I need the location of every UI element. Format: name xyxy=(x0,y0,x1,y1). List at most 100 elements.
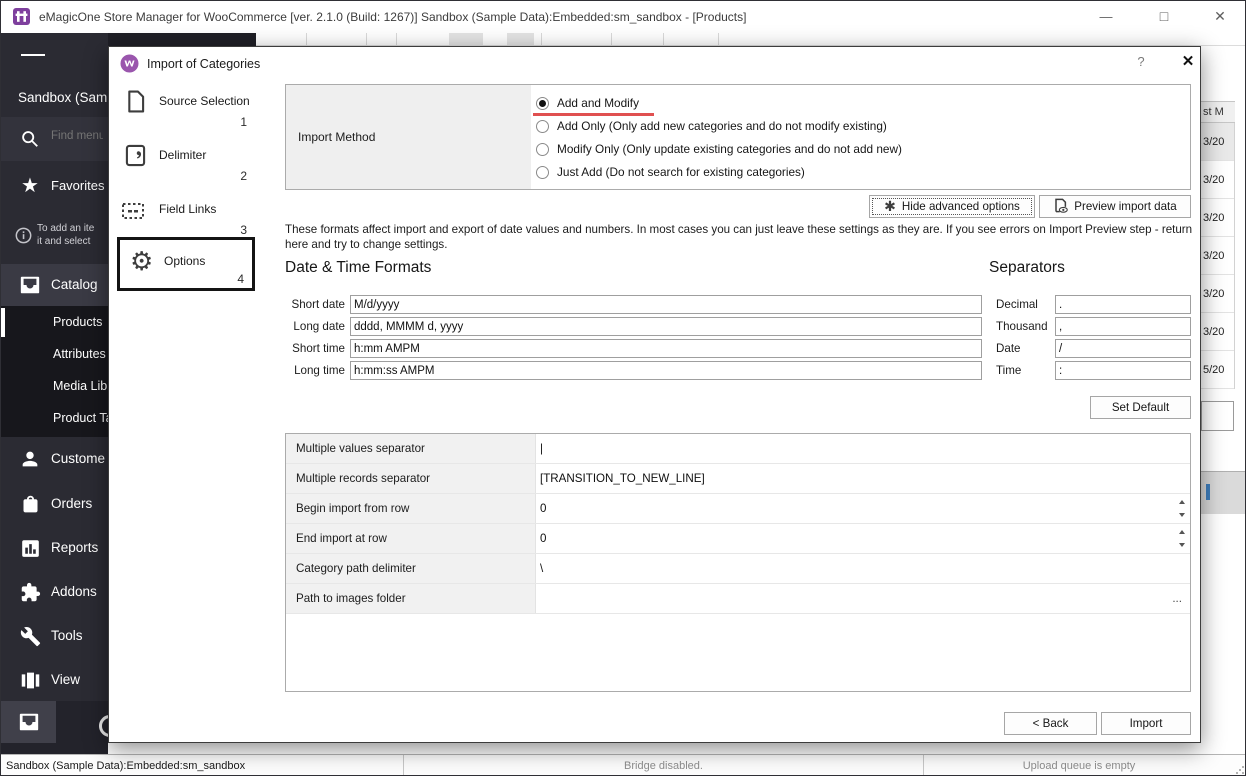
radio-add-and-modify[interactable]: Add and Modify xyxy=(536,92,639,114)
hamburger-menu-icon[interactable] xyxy=(21,43,45,67)
sidebar-item-products[interactable]: Products xyxy=(53,315,102,329)
sidebar-item-catalog[interactable]: Catalog xyxy=(1,264,108,306)
preview-icon xyxy=(1053,198,1068,216)
sidebar-item-orders[interactable]: Orders xyxy=(1,483,108,527)
radio-just-add[interactable]: Just Add (Do not search for existing cat… xyxy=(536,161,805,183)
sidebar-item-favorites[interactable]: ★ Favorites xyxy=(1,161,108,211)
long-date-label: Long date xyxy=(285,320,345,333)
step-field-links[interactable]: Field Links 3 xyxy=(119,195,257,243)
shopping-bag-icon xyxy=(18,492,42,516)
spinner-up-icon[interactable] xyxy=(1179,530,1185,534)
sidebar-favorites-hint: To add an ite it and select xyxy=(1,211,108,261)
search-input[interactable] xyxy=(49,129,105,143)
sidebar-item-attributes[interactable]: Attributes xyxy=(53,347,106,361)
radio-icon xyxy=(536,143,549,156)
grid-row[interactable]: 3/20 xyxy=(1201,313,1234,351)
import-button[interactable]: Import xyxy=(1101,712,1191,735)
window-title: eMagicOne Store Manager for WooCommerce … xyxy=(39,10,746,24)
resize-grip[interactable] xyxy=(1235,765,1245,775)
maximize-button[interactable]: □ xyxy=(1141,1,1187,32)
sidebar-item-reports[interactable]: Reports xyxy=(1,527,108,571)
short-date-input[interactable] xyxy=(350,295,982,314)
field-links-icon xyxy=(121,199,145,223)
sidebar-item-product-tags[interactable]: Product Ta xyxy=(53,411,108,425)
status-upload-queue: Upload queue is empty xyxy=(924,755,1234,776)
table-row: Category path delimiter \ xyxy=(286,554,1190,584)
begin-import-row-value[interactable]: 0 xyxy=(540,494,546,524)
decimal-separator-label: Decimal xyxy=(996,298,1038,311)
table-row: Multiple values separator | xyxy=(286,434,1190,464)
set-default-button[interactable]: Set Default xyxy=(1090,396,1191,419)
time-separator-label: Time xyxy=(996,364,1021,377)
import-options-table: Multiple values separator | Multiple rec… xyxy=(285,433,1191,692)
browse-button[interactable]: ... xyxy=(1172,584,1182,614)
close-button[interactable]: ✕ xyxy=(1197,1,1243,32)
spinner-up-icon[interactable] xyxy=(1179,500,1185,504)
background-products-grid: st M 3/20 3/20 3/20 3/20 3/20 3/20 5/20 xyxy=(1201,46,1246,754)
catalog-icon xyxy=(18,273,42,297)
short-time-input[interactable] xyxy=(350,339,982,358)
grid-row[interactable]: 3/20 xyxy=(1201,123,1234,161)
search-icon xyxy=(18,127,42,151)
sidebar: Sandbox (Sam ★ Favorites To add an ite i… xyxy=(1,33,108,754)
grid-row[interactable]: 3/20 xyxy=(1201,237,1234,275)
app-logo-icon xyxy=(13,8,30,30)
datetime-formats-header: Date & Time Formats xyxy=(285,259,431,277)
background-menubar xyxy=(108,33,256,46)
spinner-down-icon[interactable] xyxy=(1179,543,1185,547)
bottom-catalog-icon[interactable] xyxy=(1,701,56,743)
dialog-help-button[interactable]: ? xyxy=(1131,54,1151,69)
grid-row[interactable]: 3/20 xyxy=(1201,161,1234,199)
sidebar-bottom-bar xyxy=(1,701,108,754)
decimal-separator-input[interactable] xyxy=(1055,295,1191,314)
dialog-close-button[interactable]: ✕ xyxy=(1177,52,1199,70)
import-method-group: Import Method Add and Modify Add Only (O… xyxy=(285,84,1191,190)
spinner-down-icon[interactable] xyxy=(1179,513,1185,517)
sidebar-item-tools[interactable]: Tools xyxy=(1,615,108,659)
step-delimiter[interactable]: Delimiter 2 xyxy=(119,141,257,189)
sidebar-item-view[interactable]: View xyxy=(1,659,108,703)
radio-modify-only[interactable]: Modify Only (Only update existing catego… xyxy=(536,138,902,160)
minimize-button[interactable]: — xyxy=(1083,1,1129,32)
status-connection: Sandbox (Sample Data):Embedded:sm_sandbo… xyxy=(1,755,404,776)
date-separator-label: Date xyxy=(996,342,1021,355)
options-description-line1: These formats affect import and export o… xyxy=(285,223,1195,236)
table-row: End import at row 0 xyxy=(286,524,1190,554)
title-bar: eMagicOne Store Manager for WooCommerce … xyxy=(1,1,1246,33)
multiple-records-separator-value[interactable]: [TRANSITION_TO_NEW_LINE] xyxy=(540,464,705,494)
sidebar-item-customers[interactable]: Custome xyxy=(1,437,108,483)
delimiter-icon xyxy=(123,143,147,167)
sidebar-item-addons[interactable]: Addons xyxy=(1,571,108,615)
grid-row[interactable]: 5/20 xyxy=(1201,351,1234,389)
import-categories-dialog: Import of Categories ? ✕ Source Selectio… xyxy=(108,46,1201,743)
dialog-logo-icon xyxy=(120,54,139,78)
person-icon xyxy=(18,447,42,471)
dialog-title: Import of Categories xyxy=(147,57,260,71)
radio-add-only[interactable]: Add Only (Only add new categories and do… xyxy=(536,115,887,137)
sidebar-search[interactable] xyxy=(1,117,108,161)
active-item-indicator xyxy=(1,308,5,337)
grid-row[interactable]: 3/20 xyxy=(1201,275,1234,313)
background-toolbar xyxy=(256,33,1246,46)
radio-icon xyxy=(536,166,549,179)
end-import-row-value[interactable]: 0 xyxy=(540,524,546,554)
step-options[interactable]: ⚙ Options 4 xyxy=(117,237,255,291)
time-separator-input[interactable] xyxy=(1055,361,1191,380)
grid-row[interactable]: 3/20 xyxy=(1201,199,1234,237)
sidebar-item-media-library[interactable]: Media Libr xyxy=(53,379,108,393)
thousand-separator-input[interactable] xyxy=(1055,317,1191,336)
table-row: Path to images folder ... xyxy=(286,584,1190,614)
date-separator-input[interactable] xyxy=(1055,339,1191,358)
long-time-input[interactable] xyxy=(350,361,982,380)
preview-import-data-button[interactable]: Preview import data xyxy=(1039,195,1191,218)
multiple-values-separator-value[interactable]: | xyxy=(540,434,543,464)
category-path-delimiter-value[interactable]: \ xyxy=(540,554,543,584)
step-source-selection[interactable]: Source Selection 1 xyxy=(119,87,257,135)
bar-chart-icon xyxy=(18,536,42,560)
sidebar-catalog-submenu: Products Attributes Media Libr Product T… xyxy=(1,306,108,437)
hide-advanced-options-button[interactable]: ✱ Hide advanced options xyxy=(869,195,1035,218)
thousand-separator-label: Thousand xyxy=(996,320,1048,333)
long-date-input[interactable] xyxy=(350,317,982,336)
long-time-label: Long time xyxy=(285,364,345,377)
back-button[interactable]: < Back xyxy=(1004,712,1097,735)
